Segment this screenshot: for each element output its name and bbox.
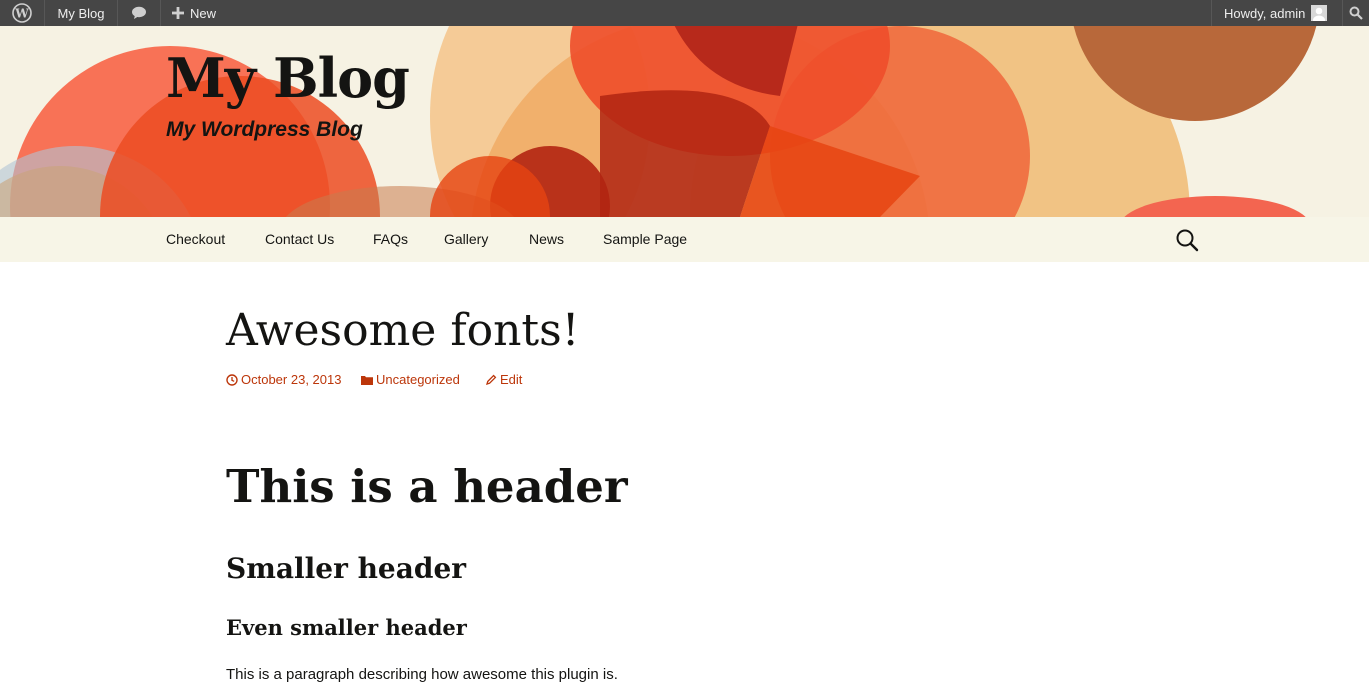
post-category: Uncategorized — [376, 372, 460, 387]
nav-item-faqs[interactable]: FAQs — [373, 217, 408, 262]
wordpress-logo-icon: W — [12, 3, 32, 23]
content-paragraph: This is a paragraph describing how aweso… — [226, 666, 618, 683]
comments-button[interactable] — [118, 0, 160, 26]
nav-item-news[interactable]: News — [529, 217, 564, 262]
content-header-2: Smaller header — [226, 552, 467, 585]
my-account-menu[interactable]: Howdy, admin — [1224, 0, 1328, 26]
post-edit-label: Edit — [500, 372, 523, 387]
howdy-label: Howdy, admin — [1224, 5, 1306, 21]
wordpress-logo-button[interactable]: W — [0, 0, 44, 26]
folder-icon — [361, 376, 373, 385]
post-date: October 23, 2013 — [241, 372, 342, 387]
svg-text:W: W — [14, 7, 29, 21]
new-label: New — [190, 5, 217, 21]
content-header-3: Even smaller header — [226, 615, 467, 640]
nav-item-gallery[interactable]: Gallery — [444, 217, 488, 262]
site-description: My Wordpress Blog — [166, 118, 363, 141]
user-avatar-icon — [1311, 5, 1328, 21]
site-header: My Blog My Wordpress Blog — [0, 26, 1369, 217]
new-content-button[interactable]: New — [172, 0, 216, 26]
main-navigation: Checkout Contact Us FAQs Gallery News Sa… — [0, 217, 1369, 262]
search-icon — [1176, 229, 1199, 252]
nav-item-sample-page[interactable]: Sample Page — [603, 217, 687, 262]
site-name-label: My Blog — [57, 5, 105, 21]
search-icon — [1349, 6, 1363, 20]
site-name-link[interactable]: My Blog — [45, 0, 117, 26]
post-title[interactable]: Awesome fonts! — [226, 300, 579, 362]
nav-item-checkout[interactable]: Checkout — [166, 217, 225, 262]
pencil-icon — [486, 374, 497, 385]
site-title[interactable]: My Blog — [166, 46, 410, 110]
post-date-link[interactable]: October 23, 2013 — [226, 370, 341, 390]
nav-item-contact-us[interactable]: Contact Us — [265, 217, 334, 262]
admin-search-button[interactable] — [1343, 0, 1369, 26]
post-category-link[interactable]: Uncategorized — [361, 370, 460, 390]
comment-bubble-icon — [132, 6, 146, 19]
clock-icon — [226, 374, 238, 386]
plus-icon — [172, 7, 184, 19]
content-header-1: This is a header — [226, 460, 628, 513]
admin-bar: W My Blog New Howdy, admin — [0, 0, 1369, 26]
post-edit-link[interactable]: Edit — [485, 370, 522, 390]
nav-search-button[interactable] — [1174, 227, 1200, 253]
